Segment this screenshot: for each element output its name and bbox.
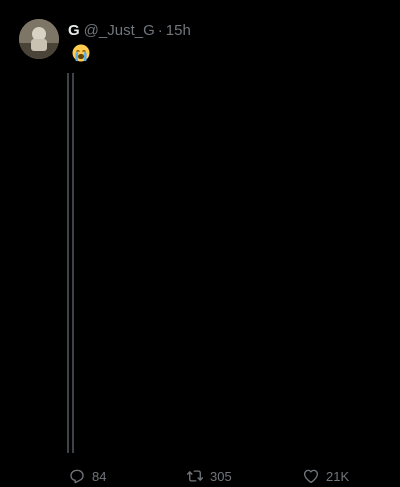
reply-count: 84 [92, 468, 107, 484]
retweet-count: 305 [210, 468, 232, 484]
display-name[interactable]: G [68, 22, 80, 39]
loudly-crying-face-icon [72, 44, 90, 62]
retweet-icon [186, 467, 204, 485]
tweet[interactable]: G @_Just_G · 15h 84 305 21K [0, 0, 400, 487]
tweet-header: G @_Just_G · 15h [68, 22, 191, 40]
like-count: 21K [326, 468, 350, 484]
thread-line [67, 73, 69, 453]
like-icon [302, 467, 320, 485]
tweet-timestamp[interactable]: 15h [166, 22, 191, 39]
user-handle[interactable]: @_Just_G [84, 22, 155, 39]
retweet-button[interactable]: 305 [186, 466, 232, 486]
thread-line [72, 73, 74, 453]
like-button[interactable]: 21K [302, 466, 349, 486]
tweet-text [68, 44, 90, 64]
avatar[interactable] [19, 19, 59, 59]
reply-button[interactable]: 84 [68, 466, 106, 486]
reply-icon [68, 467, 86, 485]
tweet-actions: 84 305 21K [0, 466, 400, 486]
header-separator: · [157, 22, 163, 39]
